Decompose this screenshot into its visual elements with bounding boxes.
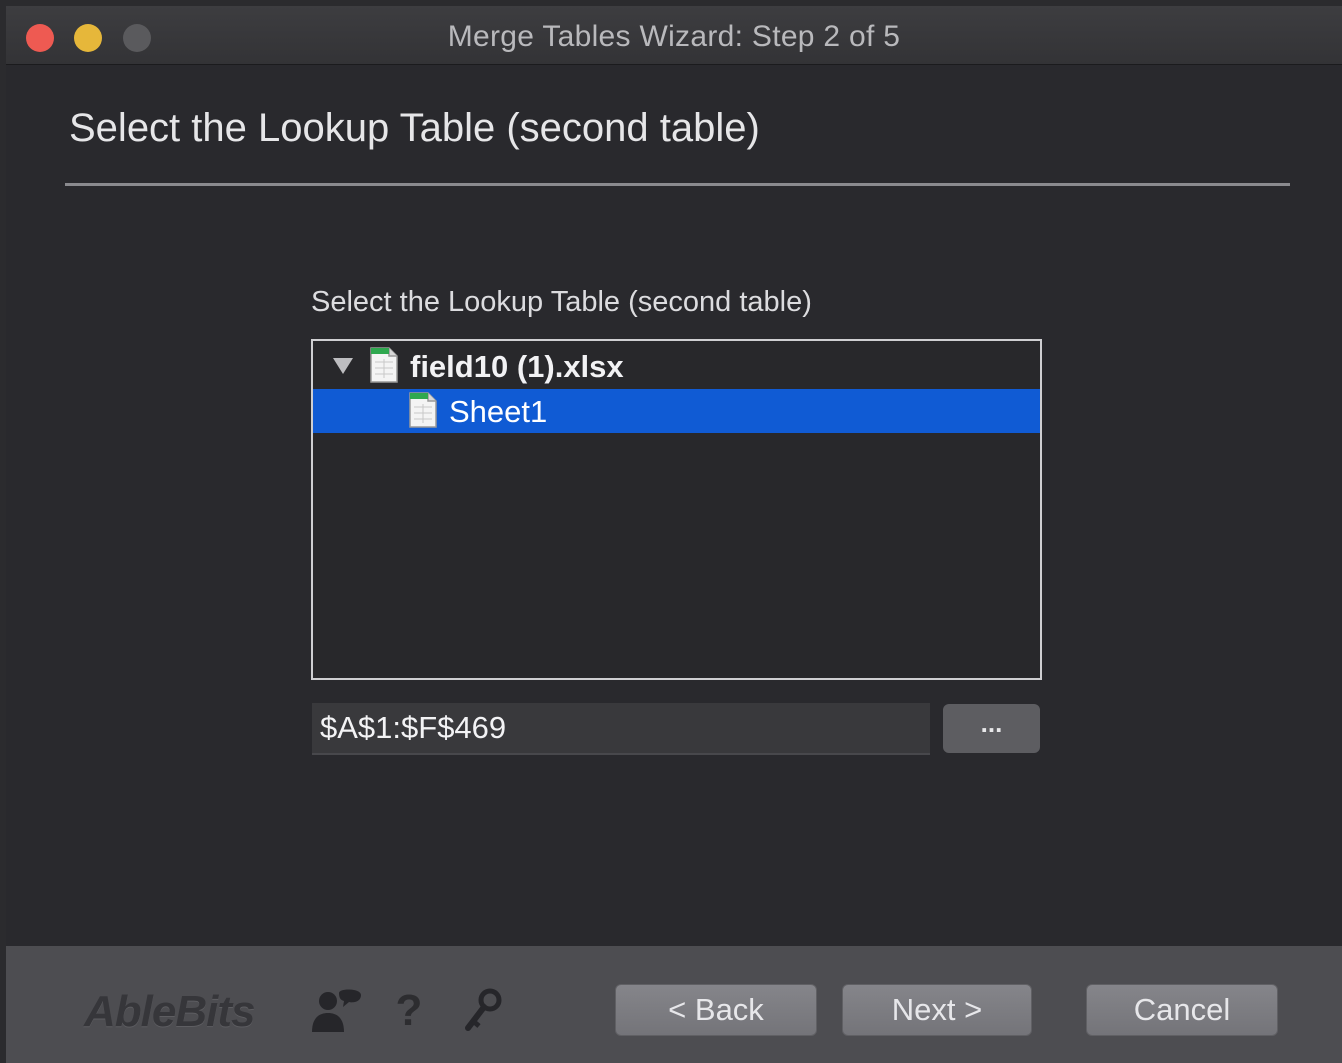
disclosure-triangle-icon[interactable] [333, 358, 353, 374]
spreadsheet-file-icon [370, 347, 398, 383]
workbook-name: field10 (1).xlsx [410, 349, 624, 384]
key-icon[interactable] [463, 988, 503, 1034]
title-bar[interactable]: Merge Tables Wizard: Step 2 of 5 [6, 6, 1342, 65]
ablebits-logo: AbleBits [84, 987, 255, 1036]
page-title: Select the Lookup Table (second table) [69, 106, 760, 150]
wizard-window: Merge Tables Wizard: Step 2 of 5 Select … [6, 6, 1342, 1063]
range-input[interactable] [312, 703, 930, 755]
tree-item-sheet1[interactable]: Sheet1 [313, 389, 1040, 433]
tree-item-workbook[interactable]: field10 (1).xlsx [313, 344, 1040, 388]
sheet-name: Sheet1 [449, 394, 548, 429]
workbook-tree[interactable]: field10 (1).xlsx Sheet1 [311, 339, 1042, 680]
footer-bar: AbleBits ? < Back Next > Cancel [6, 946, 1342, 1063]
cancel-button[interactable]: Cancel [1086, 984, 1278, 1036]
lookup-table-label: Select the Lookup Table (second table) [311, 286, 812, 318]
sheet-icon [409, 392, 437, 428]
select-range-button[interactable]: ... [943, 704, 1040, 753]
window-title: Merge Tables Wizard: Step 2 of 5 [447, 20, 901, 53]
next-button[interactable]: Next > [842, 984, 1032, 1036]
help-icon[interactable]: ? [394, 988, 424, 1034]
header-divider [65, 183, 1290, 186]
users-icon[interactable] [309, 988, 365, 1034]
back-button[interactable]: < Back [615, 984, 817, 1036]
